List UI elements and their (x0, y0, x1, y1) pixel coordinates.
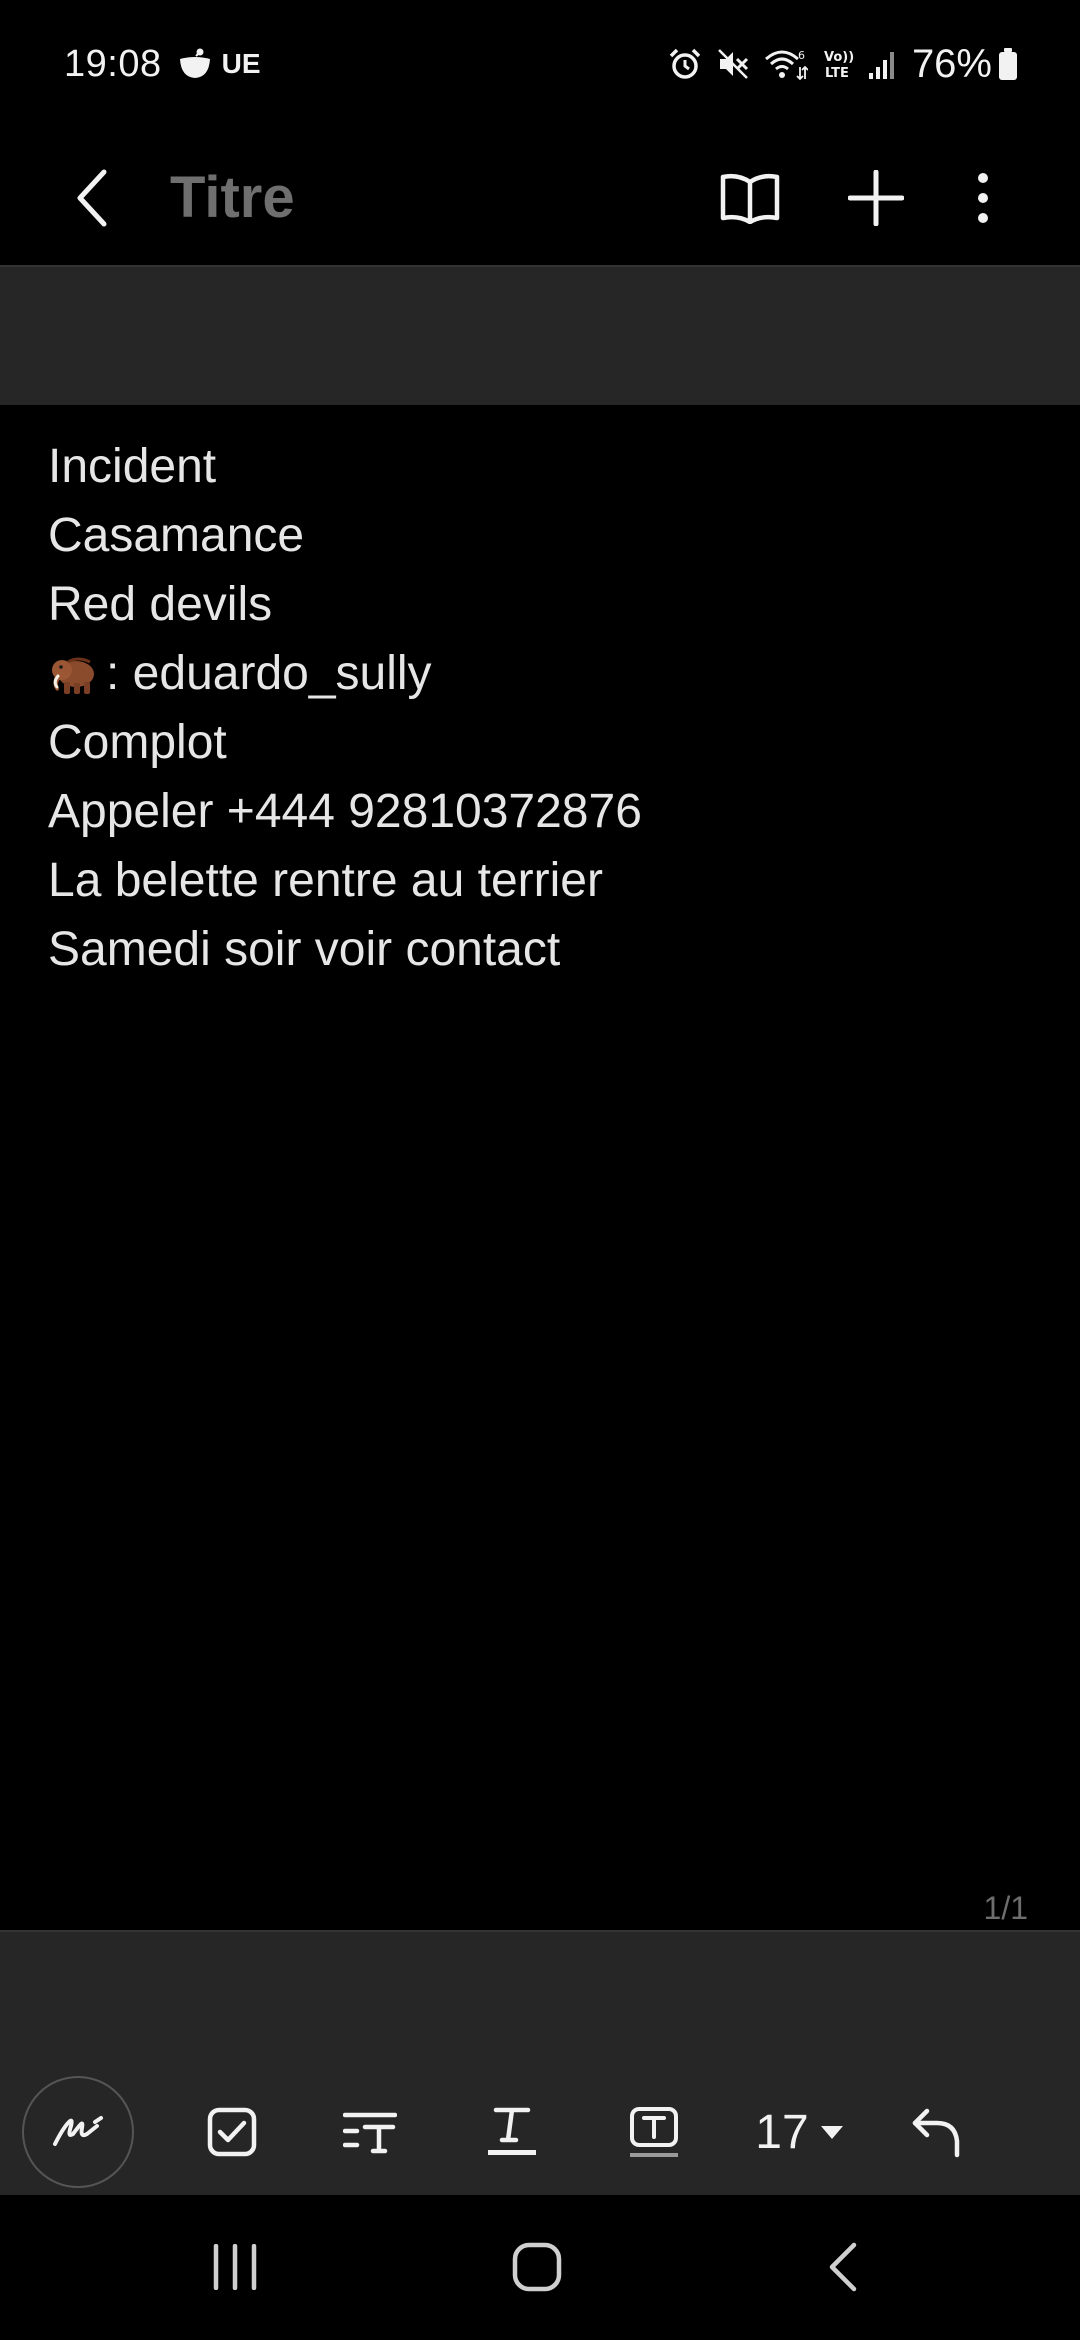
status-bar: 19:08 UE 6 Vo)) LTE 76% (0, 0, 1080, 128)
toolbar-band (0, 1930, 1080, 2070)
page-counter: 1/1 (983, 1890, 1028, 1926)
signal-icon (868, 49, 896, 79)
more-options-button[interactable] (950, 156, 1016, 240)
reading-mode-icon (720, 173, 780, 224)
status-carrier: UE (221, 48, 261, 79)
header-band (0, 267, 1080, 405)
note-line-text: : eduardo_sully (106, 647, 432, 700)
handwriting-button[interactable] (22, 2076, 134, 2188)
home-button[interactable] (482, 2217, 592, 2317)
alarm-icon (668, 47, 702, 81)
font-size-value: 17 (755, 2105, 809, 2159)
recent-apps-icon (213, 2244, 257, 2290)
note-line[interactable]: La belette rentre au terrier (48, 846, 1048, 915)
svg-text:Vo)): Vo)) (824, 50, 854, 65)
formatting-toolbar: 17 (0, 2070, 1080, 2195)
wifi-icon: 6 (764, 47, 808, 81)
status-time: 19:08 (64, 42, 162, 85)
more-options-icon (978, 173, 988, 223)
undo-button[interactable] (896, 2076, 976, 2188)
svg-text:6: 6 (798, 49, 805, 62)
battery-percent: 76% (911, 41, 992, 86)
back-nav-icon (829, 2242, 857, 2292)
handwriting-pen-icon (53, 2116, 103, 2146)
add-icon (848, 170, 904, 226)
text-color-icon (488, 2107, 536, 2155)
font-size-dropdown[interactable]: 17 (744, 2076, 854, 2188)
font-size-dropdown-icon (820, 2125, 843, 2139)
back-icon (77, 169, 107, 227)
note-body[interactable]: Incident Casamance Red devils : eduardo_… (48, 432, 1048, 984)
text-style-button[interactable] (330, 2076, 410, 2188)
note-line[interactable]: Appeler +444 92810372876 (48, 777, 1048, 846)
note-line[interactable]: Incident (48, 432, 1048, 501)
mammoth-icon (52, 657, 94, 694)
checkbox-button[interactable] (192, 2076, 272, 2188)
note-line[interactable]: Casamance (48, 501, 1048, 570)
volte-icon: Vo)) LTE (822, 47, 854, 81)
status-right: 6 Vo)) LTE 76% (654, 42, 1018, 87)
app-bar: Titre (0, 128, 1080, 266)
recent-apps-button[interactable] (180, 2217, 290, 2317)
text-box-icon (630, 2107, 678, 2157)
add-button[interactable] (840, 156, 912, 240)
note-line[interactable]: Red devils (48, 570, 1048, 639)
text-color-button[interactable] (472, 2076, 552, 2188)
note-line[interactable]: Samedi soir voir contact (48, 915, 1048, 984)
note-title[interactable]: Titre (170, 150, 295, 246)
svg-text:LTE: LTE (825, 66, 849, 81)
navigation-bar (0, 2195, 1080, 2340)
undo-icon (912, 2108, 960, 2158)
checkbox-icon (207, 2107, 257, 2157)
text-style-icon (343, 2112, 397, 2154)
text-box-button[interactable] (614, 2076, 694, 2188)
mute-icon (716, 47, 750, 81)
back-button[interactable] (60, 150, 124, 246)
battery-icon (998, 47, 1018, 81)
note-line[interactable]: Complot (48, 708, 1048, 777)
home-icon (512, 2242, 562, 2292)
note-line-emoji[interactable]: : eduardo_sully (48, 639, 1048, 708)
reading-mode-button[interactable] (714, 156, 786, 240)
back-nav-button[interactable] (788, 2217, 898, 2317)
notification-app-icon (176, 47, 214, 81)
status-left: 19:08 UE (64, 43, 261, 86)
